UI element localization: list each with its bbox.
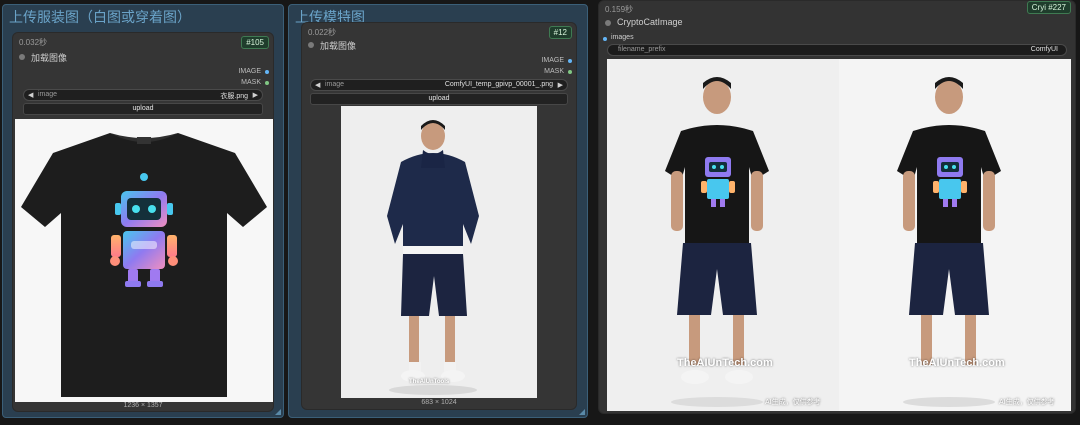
watermark-cn-right: AI生成，仅供参考 xyxy=(999,399,1055,406)
group-resize-handle[interactable] xyxy=(275,409,281,415)
node-titlebar[interactable]: 加载图像 xyxy=(302,37,576,53)
combo-name: image xyxy=(325,81,345,88)
image-combo[interactable]: ◀ image ComfyUI_temp_gpivp_00001_.png ▶ xyxy=(310,79,568,91)
node-id-badge: #105 xyxy=(241,36,269,49)
input-label-images: images xyxy=(611,34,634,41)
upload-button[interactable]: upload xyxy=(310,93,568,105)
output-label-image: IMAGE xyxy=(238,68,261,75)
crypto-cat-image-node-227[interactable]: 0.159秒 Cryi #227 CryptoCatImage images f… xyxy=(598,0,1076,414)
tshirt-image xyxy=(21,133,267,397)
filename-prefix-field[interactable]: filename_prefix ComfyUI xyxy=(607,44,1067,56)
output-slot-mask[interactable] xyxy=(568,70,572,74)
collapse-dot-icon[interactable] xyxy=(605,20,611,26)
group-resize-handle[interactable] xyxy=(579,409,585,415)
combo-prev-icon[interactable]: ◀ xyxy=(28,91,33,99)
image-dimensions: 683 × 1024 xyxy=(421,399,457,406)
output-image-preview: TheAIUnTech.com TheAIUnTech.com AI生成，仅供参… xyxy=(607,59,1071,411)
node-title: 加载图像 xyxy=(320,41,357,51)
image-combo[interactable]: ◀ image 衣服.png ▶ xyxy=(23,89,263,101)
field-value: ComfyUI xyxy=(1030,46,1058,53)
combo-prev-icon[interactable]: ◀ xyxy=(315,81,320,89)
combo-value: 衣服.png xyxy=(220,93,248,100)
node-badge-prefix: Cryi xyxy=(1031,3,1046,12)
model-image xyxy=(341,106,537,398)
node-badge-id: #227 xyxy=(1048,3,1066,12)
combo-next-icon[interactable]: ▶ xyxy=(253,91,258,99)
node-id-badge: Cryi #227 xyxy=(1026,1,1071,14)
load-image-node-12[interactable]: 0.022秒 #12 加载图像 IMAGE MASK ◀ image Comfy… xyxy=(301,22,577,410)
output-label-mask: MASK xyxy=(544,68,564,75)
output-label-image: IMAGE xyxy=(541,57,564,64)
watermark-text-right: TheAIUnTech.com xyxy=(909,357,1005,369)
image-preview-model: TheAIUnTools xyxy=(341,106,537,398)
workflow-canvas[interactable]: 上传服装图（白图或穿着图） 0.032秒 #105 加载图像 IMAGE MAS… xyxy=(0,0,1080,425)
field-name: filename_prefix xyxy=(618,46,666,53)
watermark-cn-left: AI生成，仅供参考 xyxy=(765,399,821,406)
image-preview-tshirt xyxy=(15,119,273,402)
load-image-node-105[interactable]: 0.032秒 #105 加载图像 IMAGE MASK ◀ image 衣服.p… xyxy=(12,32,274,412)
input-slot-images[interactable] xyxy=(603,37,607,41)
node-title: CryptoCatImage xyxy=(617,17,683,27)
group-title[interactable]: 上传服装图（白图或穿着图） xyxy=(9,7,191,27)
output-slot-image[interactable] xyxy=(568,59,572,63)
output-slot-image[interactable] xyxy=(265,70,269,74)
output-label-mask: MASK xyxy=(241,79,261,86)
node-title: 加载图像 xyxy=(31,53,68,63)
upload-button[interactable]: upload xyxy=(23,103,263,115)
combo-name: image xyxy=(38,91,58,98)
output-slot-mask[interactable] xyxy=(265,81,269,85)
image-dimensions: 1236 × 1357 xyxy=(123,402,163,409)
node-exec-time: 0.032秒 xyxy=(19,38,48,47)
watermark-text: TheAIUnTools xyxy=(409,379,450,385)
collapse-dot-icon[interactable] xyxy=(308,42,314,48)
collapse-dot-icon[interactable] xyxy=(19,54,25,60)
node-exec-time: 0.159秒 xyxy=(605,5,634,14)
watermark-text-left: TheAIUnTech.com xyxy=(677,357,773,369)
node-titlebar[interactable]: 加载图像 xyxy=(13,49,273,65)
combo-next-icon[interactable]: ▶ xyxy=(558,81,563,89)
node-titlebar[interactable]: CryptoCatImage xyxy=(599,15,1075,31)
combo-value: ComfyUI_temp_gpivp_00001_.png xyxy=(444,81,553,88)
